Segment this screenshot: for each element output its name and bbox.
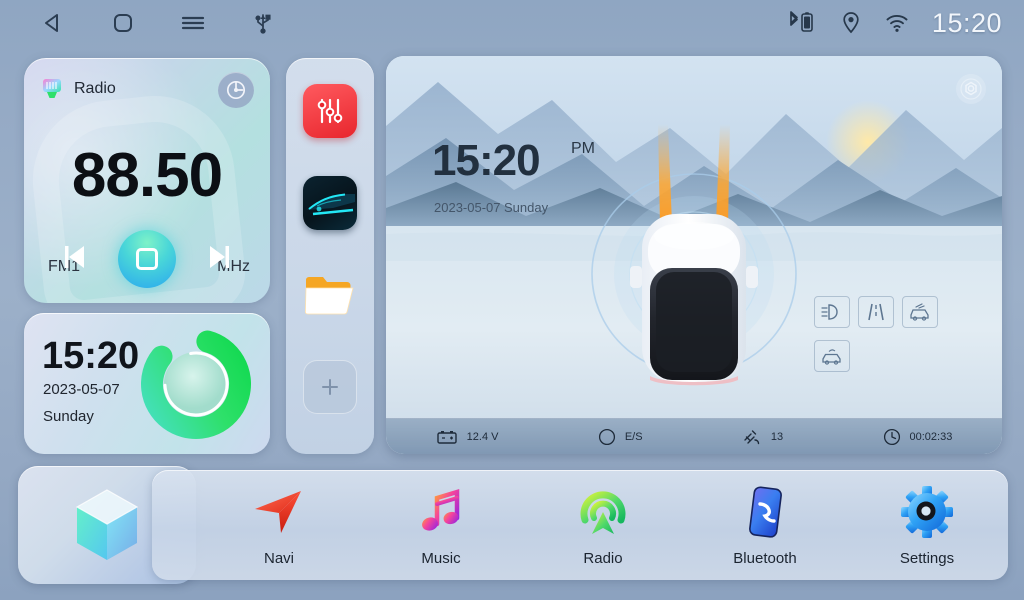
satellite-count-value: 13: [770, 430, 784, 443]
dock-label-settings: Settings: [899, 549, 955, 567]
settings-icon-wrap: [900, 484, 954, 540]
cube-icon: [75, 489, 139, 560]
radio-controls: [24, 227, 270, 291]
next-station-button[interactable]: [201, 240, 235, 279]
satellite-icon: [744, 429, 760, 444]
clock-widget-date: 2023-05-07: [43, 381, 120, 398]
radio-widget[interactable]: Radio 88.50 FM1 MHz: [24, 58, 270, 303]
clock-widget-time: 15:20: [42, 335, 140, 377]
back-triangle-icon: [45, 14, 58, 32]
assist-lane-keeping[interactable]: [858, 296, 894, 328]
assist-forward-collision[interactable]: [902, 296, 938, 328]
clock-widget-weekday: Sunday: [43, 408, 94, 425]
sports-car-icon: [307, 193, 355, 216]
status-bar-indicator-group: 15:20: [784, 8, 1024, 39]
lane-road-icon: [868, 303, 884, 321]
assist-headlight[interactable]: [814, 296, 850, 328]
car-parking-sensor-icon: [822, 349, 841, 365]
gear-icon: [901, 485, 953, 538]
drive-timer-value: 00:02:33: [909, 430, 953, 443]
car-panel-weekday: Sunday: [504, 200, 549, 215]
car-top-view: [591, 124, 797, 386]
usb-button[interactable]: [228, 0, 298, 46]
gear-hex-icon: [960, 78, 982, 100]
car-status-panel[interactable]: 15:20 PM 2023-05-07 Sunday ?: [386, 56, 1002, 454]
stop-playback-button[interactable]: [117, 230, 176, 288]
dock-item-navi[interactable]: Navi: [198, 470, 360, 580]
wifi-icon: [886, 15, 908, 32]
equalizer-sliders-icon: [317, 98, 343, 124]
vehicle-status-compass: E/S: [598, 428, 643, 446]
clock-widget[interactable]: 15:20 2023-05-07 Sunday: [24, 313, 270, 454]
radio-widget-title: Radio: [74, 80, 116, 97]
assist-parking-sensor[interactable]: [814, 340, 850, 372]
car-panel-date: 2023-05-07: [434, 200, 501, 215]
dock-label-music: Music: [421, 549, 461, 567]
dock-item-music[interactable]: Music: [360, 470, 522, 580]
folder-icon: [304, 277, 354, 315]
dock-item-radio[interactable]: Radio: [522, 470, 684, 580]
battery-voltage-value: 12.4 V: [466, 430, 499, 443]
home-square-icon: [114, 14, 132, 32]
tuner-dial-icon: [226, 80, 246, 100]
radio-frequency: 88.50: [71, 141, 223, 210]
usb-icon: [255, 14, 271, 34]
rail-item-car-mode[interactable]: [303, 176, 357, 230]
radio-icon-wrap: [576, 484, 630, 540]
menu-lines-icon: [181, 16, 205, 30]
vehicle-status-satellite: 13: [742, 428, 783, 446]
compass-heading-value: E/S: [624, 430, 643, 443]
shortcut-rail: [286, 58, 374, 454]
bluetooth-battery-icon: [790, 11, 813, 32]
navi-icon-wrap: [251, 484, 307, 540]
status-bar-clock: 15:20: [931, 7, 1002, 38]
dock-label-bluetooth: Bluetooth: [733, 549, 797, 567]
previous-station-button[interactable]: [59, 240, 93, 279]
music-icon-wrap: [415, 484, 467, 540]
recents-button[interactable]: [158, 0, 228, 46]
navigation-arrow-icon: [255, 490, 301, 533]
dock-item-bluetooth[interactable]: Bluetooth: [684, 470, 846, 580]
rail-item-file-manager[interactable]: [303, 268, 357, 322]
vehicle-status-timer: 00:02:33: [883, 428, 953, 446]
headlight-icon: [821, 304, 838, 320]
location-pin-icon: [843, 12, 859, 34]
clock-icon: [883, 428, 900, 445]
rail-item-add-shortcut[interactable]: [303, 360, 357, 414]
status-bar-nav-group: [0, 0, 298, 46]
compass-icon: [598, 428, 615, 445]
radio-widget-header: Radio: [40, 76, 116, 102]
car-collision-icon: [910, 303, 929, 321]
clock-widget-gauge: [141, 329, 251, 439]
vehicle-status-bar: 12.4 V E/S 13 00:02:33: [386, 418, 1002, 454]
radio-tuner-button[interactable]: [218, 72, 254, 108]
car-panel-time: 15:20: [432, 136, 541, 185]
car-panel-settings-button[interactable]: [956, 74, 986, 104]
dock-label-radio: Radio: [583, 549, 623, 567]
radio-signal-icon: [580, 490, 626, 534]
stop-square-icon: [135, 248, 158, 270]
dock-label-navi: Navi: [263, 549, 294, 567]
battery-icon: [436, 430, 457, 444]
radio-tower-icon: [43, 79, 61, 98]
phone-bluetooth-icon: [749, 485, 782, 538]
rail-item-equalizer[interactable]: [303, 84, 357, 138]
vehicle-status-battery: 12.4 V: [436, 429, 499, 445]
music-note-icon: [422, 488, 460, 531]
back-button[interactable]: [18, 0, 88, 46]
bluetooth-icon-wrap: [743, 484, 787, 540]
plus-icon: [322, 379, 338, 395]
status-bar: 15:20: [0, 0, 1024, 46]
skip-previous-icon: [64, 245, 84, 268]
dock-item-settings[interactable]: Settings: [846, 470, 1008, 580]
home-button[interactable]: [88, 0, 158, 46]
skip-next-icon: [210, 245, 230, 268]
app-dock: Navi Music Radio Bluetooth Settings: [152, 470, 1008, 580]
